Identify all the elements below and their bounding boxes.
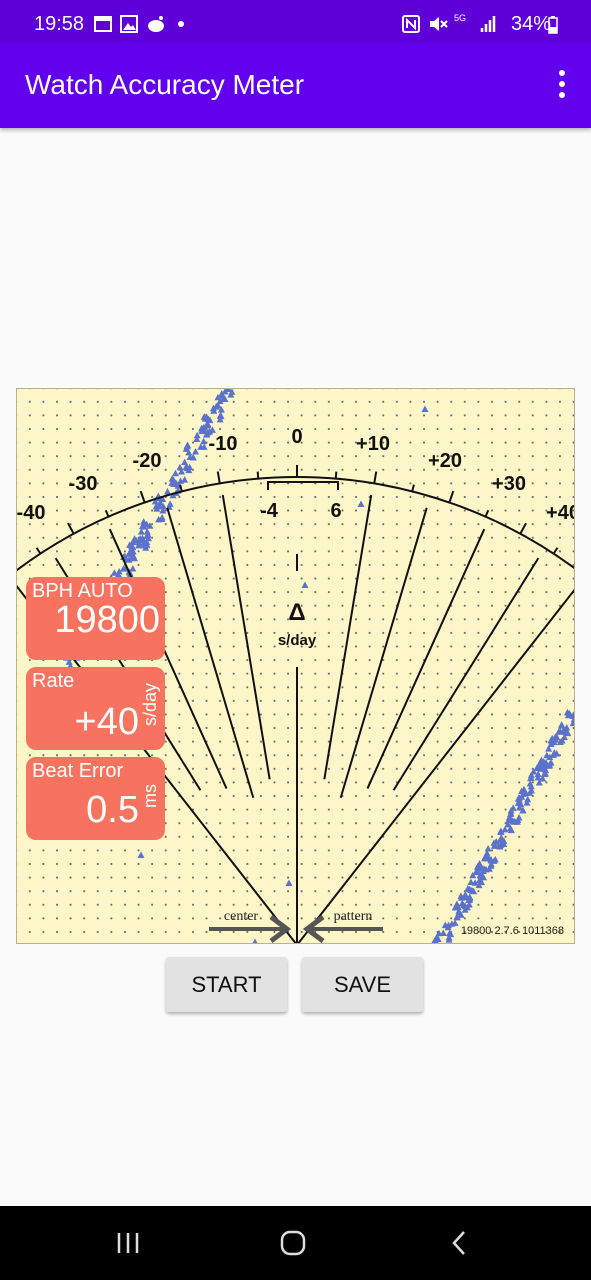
trace-marker xyxy=(285,879,293,886)
scale-label-minus-40: -40 xyxy=(17,502,45,524)
trace-marker xyxy=(129,565,137,572)
scale-tick xyxy=(256,471,260,479)
recent-apps-icon[interactable] xyxy=(116,1232,140,1254)
app-bar: Watch Accuracy Meter xyxy=(0,42,591,128)
rate-label: Rate xyxy=(32,670,75,692)
scale-label-minus-10: -10 xyxy=(209,433,238,455)
calendar-icon xyxy=(94,16,112,32)
scale-tick xyxy=(179,484,183,492)
center-label: center xyxy=(224,909,259,924)
inner-scale-label-right: 6 xyxy=(330,500,341,522)
rate-unit: s/day xyxy=(140,683,160,727)
trace-marker xyxy=(484,844,492,852)
scale-label-plus-20: +20 xyxy=(428,450,462,472)
rate-card: Rate +40 s/day xyxy=(26,667,165,750)
back-icon[interactable] xyxy=(450,1230,468,1256)
trace-marker xyxy=(171,469,179,477)
status-bar: 19:58 5G 34% xyxy=(0,0,591,42)
trace-marker xyxy=(200,437,208,445)
scale-tick xyxy=(35,547,42,555)
trace-marker xyxy=(572,711,574,714)
scale-tick xyxy=(552,547,559,555)
fan-line xyxy=(221,494,271,780)
mute-icon xyxy=(430,17,448,31)
fan-line xyxy=(323,494,373,780)
scale-label-plus-40: +40 xyxy=(546,502,575,524)
start-button[interactable]: START xyxy=(166,957,287,1012)
battery-icon xyxy=(548,16,558,34)
version-label: 19800 2.7.6 1011368 xyxy=(460,925,564,937)
beat-error-value: 0.5 xyxy=(86,789,139,831)
scale-label-plus-10: +10 xyxy=(356,433,390,455)
beat-error-unit: ms xyxy=(140,784,160,808)
nfc-icon xyxy=(402,15,420,33)
scale-label-minus-20: -20 xyxy=(133,450,162,472)
delta-unit-label: s/day xyxy=(278,632,317,649)
dot-icon xyxy=(178,21,184,27)
scale-tick xyxy=(411,484,415,492)
scale-tick xyxy=(448,490,455,503)
beat-error-label: Beat Error xyxy=(32,760,124,782)
trace-marker xyxy=(137,851,145,858)
battery-percent: 34% xyxy=(510,13,551,35)
scale-tick xyxy=(104,509,110,518)
scale-label-plus-30: +30 xyxy=(492,473,526,495)
trace-marker xyxy=(515,813,523,821)
signal-5g-icon: 5G xyxy=(454,13,496,32)
trace-marker xyxy=(558,721,566,728)
trace-marker xyxy=(421,405,429,412)
rate-value: +40 xyxy=(74,701,139,743)
app-title: Watch Accuracy Meter xyxy=(25,69,305,100)
more-options-icon[interactable] xyxy=(557,70,567,100)
fan-line xyxy=(366,528,486,789)
navigation-bar xyxy=(0,1206,591,1280)
trace-marker xyxy=(357,500,365,507)
accuracy-meter: -40 -30 -20 -10 0 +10 +20 +30 +40 -4 6 Δ… xyxy=(16,388,575,944)
scale-tick xyxy=(519,522,527,535)
fan-line xyxy=(392,557,540,791)
trace-marker xyxy=(252,938,258,943)
delta-symbol: Δ xyxy=(288,599,305,626)
svg-text:5G: 5G xyxy=(454,13,466,23)
reddit-icon xyxy=(148,16,164,32)
inner-bracket xyxy=(267,481,339,490)
bph-card: BPH AUTO 19800 xyxy=(26,577,165,660)
trace-marker xyxy=(181,476,189,483)
home-icon[interactable] xyxy=(280,1230,306,1256)
scale-tick xyxy=(334,471,338,479)
beat-error-card: Beat Error 0.5 ms xyxy=(26,757,165,840)
scale-tick xyxy=(373,471,378,484)
scale-edge-line xyxy=(297,588,574,943)
pattern-label: pattern xyxy=(334,909,373,924)
status-time: 19:58 xyxy=(34,13,85,35)
scale-tick xyxy=(484,509,490,518)
trace-marker xyxy=(217,411,225,419)
trace-marker xyxy=(301,581,309,588)
trace-marker xyxy=(534,773,542,781)
scale-tick xyxy=(67,522,75,535)
scale-tick xyxy=(216,471,221,484)
scale-tick xyxy=(139,490,146,503)
scale-label-minus-30: -30 xyxy=(69,473,98,495)
scale-label-zero: 0 xyxy=(291,426,302,448)
inner-scale-label-left: -4 xyxy=(260,500,279,522)
save-button[interactable]: SAVE xyxy=(302,957,423,1012)
bph-value: 19800 xyxy=(54,599,160,641)
image-icon xyxy=(120,15,138,33)
